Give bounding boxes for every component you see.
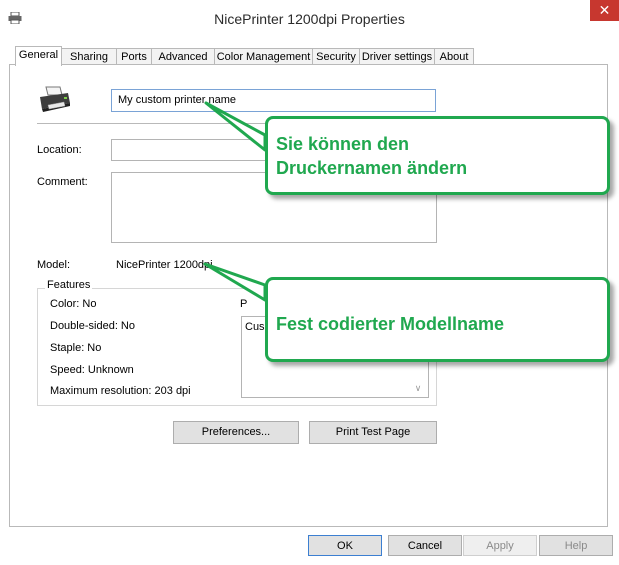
rename-callout-line1: Sie können den <box>276 134 410 154</box>
rename-callout: Sie können den Druckernamen ändern <box>265 116 610 195</box>
tab-general[interactable]: General <box>15 46 62 66</box>
rename-callout-line2: Druckernamen ändern <box>276 158 468 178</box>
model-callout: Fest codierter Modellname <box>265 277 610 362</box>
